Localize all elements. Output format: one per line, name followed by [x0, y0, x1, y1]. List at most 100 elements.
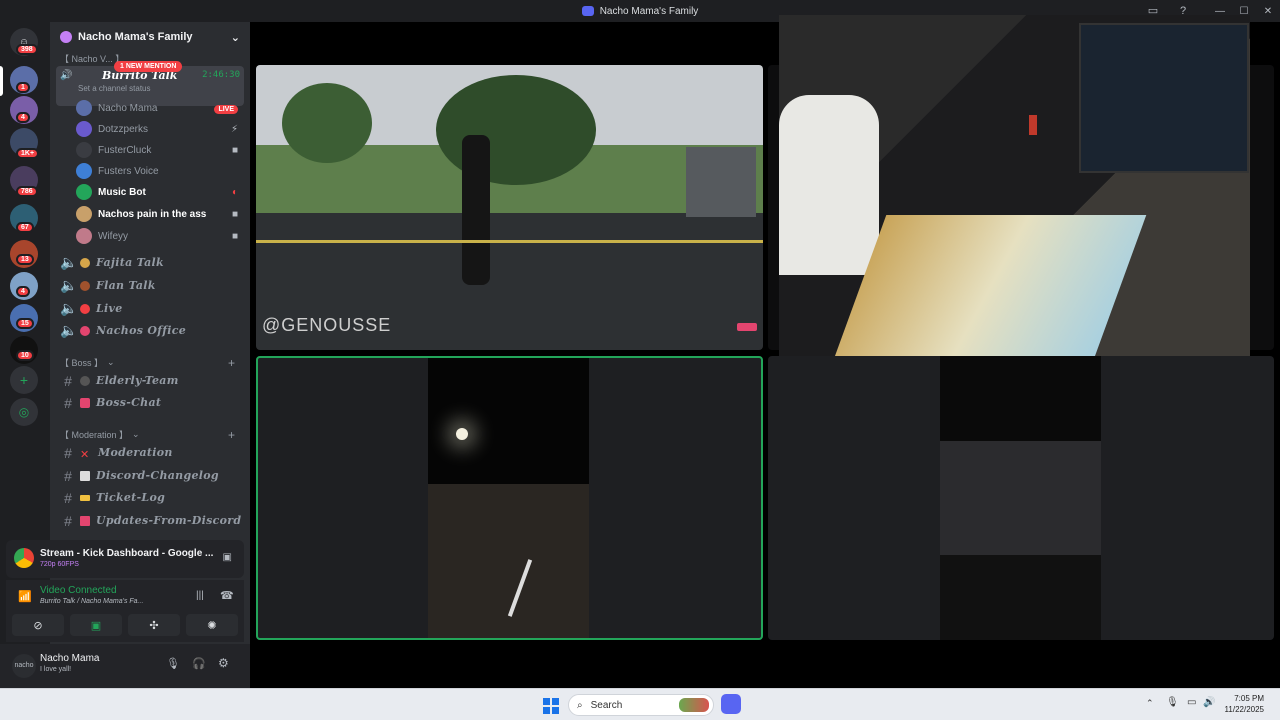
microphone-icon[interactable]: 🎙	[1166, 697, 1179, 708]
badge: 67	[16, 222, 34, 233]
search-highlight-icon	[679, 698, 709, 712]
user-status: I love yall!	[40, 666, 72, 673]
soundboard-button[interactable]: ✺	[186, 614, 238, 636]
user-name[interactable]: Nacho Mama	[40, 653, 99, 664]
voice-location[interactable]: Burrito Talk / Nacho Mama's Fa...	[40, 598, 143, 605]
emoji-icon	[80, 303, 90, 314]
user-avatar[interactable]: nacho	[12, 654, 36, 678]
category-boss[interactable]: 【 Boss 】 ⌄ +	[60, 356, 235, 370]
badge: 786	[16, 186, 38, 197]
voice-channel[interactable]: 🔈 Fajita Talk	[56, 252, 244, 273]
voice-member[interactable]: Nacho Mama LIVE	[76, 98, 244, 118]
channel-status[interactable]: Set a channel status	[78, 84, 151, 93]
avatar	[76, 184, 92, 200]
new-mention-badge[interactable]: 1 NEW MENTION	[114, 61, 183, 72]
stop-stream-icon[interactable]: ▣	[223, 552, 232, 563]
add-server-icon[interactable]: +	[10, 366, 38, 394]
channel-name: Ticket-Log	[96, 491, 166, 504]
text-channel[interactable]: # Discord-Changelog	[56, 465, 244, 486]
disconnect-icon[interactable]: ☎	[220, 589, 234, 602]
video-tile-stream[interactable]: @GENOUSSE	[256, 65, 763, 350]
screen-share-button[interactable]: ▣	[70, 614, 122, 636]
badge: 1	[16, 82, 30, 93]
headphones-icon[interactable]: 🎧	[192, 657, 206, 670]
video-tile-camera[interactable]	[768, 356, 1274, 640]
member-name: FusterCluck	[98, 144, 152, 156]
badge: 10	[16, 350, 34, 361]
network-icon[interactable]: ▭	[1187, 697, 1196, 708]
text-channel[interactable]: # Elderly-Team	[56, 370, 244, 391]
emoji-icon	[80, 397, 90, 408]
badge: 13	[16, 254, 34, 265]
badge: 4	[16, 112, 30, 123]
member-name: Nachos pain in the ass	[98, 208, 207, 220]
live-badge: LIVE	[214, 104, 238, 114]
text-channel[interactable]: # Ticket-Log	[56, 487, 244, 508]
camera-toggle-button[interactable]: ⊘	[12, 614, 64, 636]
add-channel-icon[interactable]: +	[228, 428, 235, 442]
channel-name: Elderly-Team	[96, 374, 179, 387]
boost-icon	[60, 31, 72, 44]
text-channel[interactable]: # Updates-From-Discord	[56, 510, 244, 531]
voice-member[interactable]: Music Bot ◐	[76, 182, 244, 202]
badge: 1K+	[16, 148, 40, 159]
windows-start-icon[interactable]	[543, 698, 559, 714]
speaker-icon: 🔈	[60, 277, 78, 293]
avatar	[76, 163, 92, 179]
voice-member[interactable]: Nachos pain in the ass ■	[76, 204, 244, 224]
voice-member[interactable]: Dotzzperks ⚡	[76, 119, 244, 139]
category-label: 【 Moderation 】	[60, 430, 129, 440]
discord-taskbar-icon[interactable]	[721, 694, 741, 714]
search-icon: ⌕	[577, 699, 583, 711]
taskbar-search[interactable]: ⌕ Search	[568, 694, 714, 716]
voice-timer: 2:46:30	[202, 70, 240, 80]
video-tile-speaking[interactable]	[256, 356, 763, 640]
activities-button[interactable]: ✣	[128, 614, 180, 636]
chevron-down-icon: ⌄	[132, 429, 140, 439]
voice-member[interactable]: Fusters Voice	[76, 161, 244, 181]
text-channel[interactable]: # Boss-Chat	[56, 392, 244, 413]
text-channel[interactable]: # ✕ Moderation	[56, 442, 244, 463]
emoji-icon	[80, 325, 90, 336]
channel-name: Live	[96, 302, 123, 315]
close-button[interactable]: ✕	[1256, 0, 1280, 22]
settings-gear-icon[interactable]: ⚙	[218, 656, 229, 670]
video-stage: @GENOUSSE	[250, 15, 1280, 688]
active-server-pill	[0, 66, 3, 96]
add-channel-icon[interactable]: +	[228, 356, 235, 370]
popout-video-window[interactable]	[779, 15, 1250, 368]
road-line	[507, 559, 533, 617]
category-moderation[interactable]: 【 Moderation 】 ⌄ +	[60, 428, 235, 442]
megaphone-icon	[80, 515, 90, 526]
chevron-up-icon[interactable]: ⌃	[1146, 698, 1154, 709]
chrome-icon	[14, 548, 34, 568]
ticket-icon	[80, 494, 90, 501]
badge: 398	[16, 44, 38, 55]
camera-feed	[940, 356, 1101, 640]
discover-icon[interactable]: ◎	[10, 398, 38, 426]
voice-channel[interactable]: 🔈 Flan Talk	[56, 275, 244, 296]
voice-member[interactable]: Wifeyy ■	[76, 226, 244, 246]
channel-name: Nachos Office	[96, 324, 187, 337]
member-name: Wifeyy	[98, 230, 128, 242]
taskbar: ⌕ Search ⌃ 🎙 ▭ 🔊 7:05 PM 11/22/2025	[0, 688, 1280, 720]
clock[interactable]: 7:05 PM 11/22/2025	[1225, 693, 1264, 715]
volume-icon[interactable]: 🔊	[1203, 697, 1215, 708]
streetlight-shape	[456, 428, 468, 440]
hash-icon: #	[64, 467, 72, 484]
microphone-icon[interactable]: 🎙	[166, 657, 180, 670]
clock-time: 7:05 PM	[1234, 694, 1264, 703]
voice-channel[interactable]: 🔈 Nachos Office	[56, 320, 244, 341]
voice-member[interactable]: FusterCluck ■	[76, 140, 244, 160]
stream-panel[interactable]: Stream - Kick Dashboard - Google ... 720…	[6, 540, 244, 578]
lamp-shape	[1029, 115, 1037, 135]
member-name: Dotzzperks	[98, 123, 149, 135]
voice-status[interactable]: Video Connected	[40, 585, 117, 596]
noise-suppression-icon[interactable]: |||	[196, 590, 204, 601]
channel-name: Boss-Chat	[96, 396, 162, 409]
badge: 15	[16, 318, 34, 329]
voice-channel[interactable]: 🔈 Live	[56, 298, 244, 319]
camera-icon: ■	[231, 144, 238, 156]
hash-icon: #	[64, 489, 72, 506]
server-header[interactable]: Nacho Mama's Family ⌄	[50, 22, 250, 52]
